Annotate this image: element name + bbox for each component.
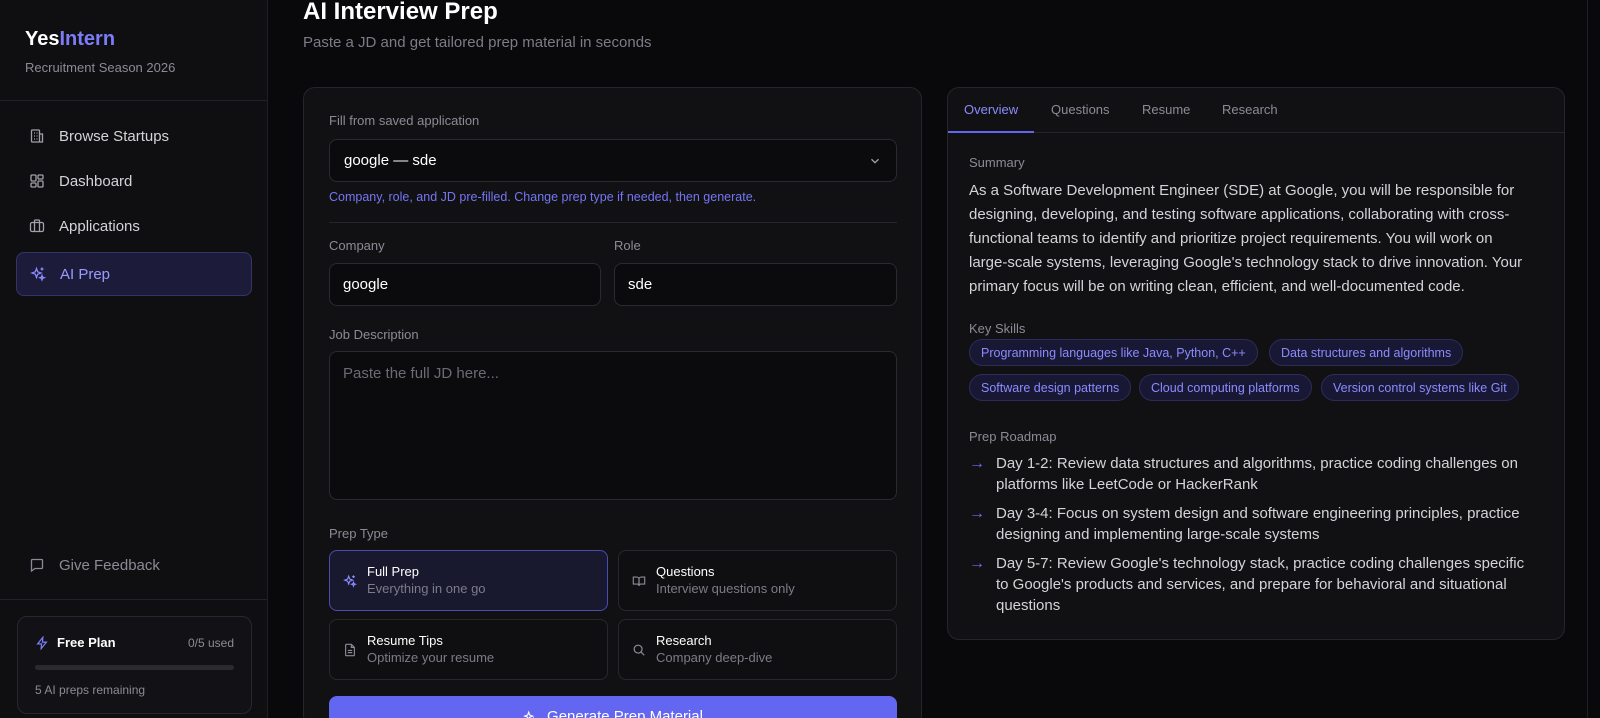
company-value: google	[343, 276, 389, 293]
prep-type-full-prep[interactable]: Full Prep Everything in one go	[329, 550, 608, 611]
sparkles-icon	[523, 710, 535, 718]
file-text-icon	[345, 643, 355, 657]
arrow-right-icon: →	[969, 505, 985, 522]
roadmap-item: → Day 3-4: Focus on system design and so…	[969, 503, 1529, 545]
saved-application-value: google — sde	[344, 152, 437, 169]
prep-type-title: Questions	[656, 564, 715, 579]
summary-text: As a Software Development Engineer (SDE)…	[969, 182, 1523, 295]
chevron-down-icon	[871, 158, 879, 164]
prep-type-research[interactable]: Research Company deep-dive	[618, 619, 897, 680]
sidebar-item-dashboard[interactable]: Dashboard	[16, 159, 252, 203]
page-subtitle: Paste a JD and get tailored prep materia…	[303, 34, 652, 51]
arrow-right-icon: →	[969, 555, 985, 572]
roadmap-item-text: Day 1-2: Review data structures and algo…	[996, 455, 1518, 493]
tab-questions[interactable]: Questions	[1051, 102, 1110, 117]
job-description-placeholder: Paste the full JD here...	[343, 365, 499, 382]
role-input[interactable]: sde	[614, 263, 897, 306]
saved-application-label: Fill from saved application	[329, 113, 480, 128]
sparkles-icon	[343, 574, 357, 588]
page-title: AI Interview Prep	[303, 0, 498, 25]
company-input[interactable]: google	[329, 263, 601, 306]
skill-chip: Programming languages like Java, Python,…	[969, 339, 1258, 366]
roadmap-item-text: Day 3-4: Focus on system design and soft…	[996, 505, 1520, 543]
skill-chip: Cloud computing platforms	[1139, 374, 1312, 401]
tab-overview[interactable]: Overview	[964, 102, 1018, 117]
recruitment-season: Recruitment Season 2026	[25, 60, 176, 75]
key-skills-label: Key Skills	[969, 321, 1026, 336]
job-description-label: Job Description	[329, 327, 419, 342]
plan-usage-count: 0/5 used	[187, 636, 234, 650]
book-open-icon	[632, 576, 646, 586]
sidebar-item-ai-prep[interactable]: AI Prep	[16, 252, 252, 296]
give-feedback-label: Give Feedback	[59, 556, 160, 574]
prep-type-desc: Interview questions only	[656, 581, 795, 596]
roadmap-item-text: Day 5-7: Review Google's technology stac…	[996, 555, 1525, 614]
prep-type-desc: Everything in one go	[367, 581, 486, 596]
message-square-icon	[30, 558, 44, 573]
sidebar-item-browse-startups[interactable]: Browse Startups	[16, 114, 252, 158]
sidebar-item-label: Browse Startups	[59, 127, 170, 145]
prep-type-desc: Company deep-dive	[656, 650, 773, 665]
company-label: Company	[329, 238, 385, 253]
skill-chip: Version control systems like Git	[1321, 374, 1519, 401]
arrow-right-icon: →	[969, 455, 985, 472]
roadmap-item: → Day 5-7: Review Google's technology st…	[969, 553, 1529, 616]
plan-remaining: 5 AI preps remaining	[35, 683, 146, 697]
brand-name-part2: Intern	[59, 28, 116, 50]
job-description-textarea[interactable]: Paste the full JD here...	[329, 351, 897, 500]
prep-type-title: Resume Tips	[367, 633, 443, 648]
brand-logo[interactable]: YesIntern	[25, 28, 115, 51]
sidebar-divider	[0, 599, 267, 600]
generate-prep-button[interactable]: Generate Prep Material	[329, 696, 897, 718]
zap-icon	[36, 635, 48, 650]
sidebar-item-label: AI Prep	[60, 265, 111, 283]
tab-resume[interactable]: Resume	[1142, 102, 1190, 117]
brand-name-part1: Yes	[25, 28, 60, 50]
plan-usage-bar	[35, 665, 234, 670]
sidebar-item-label: Dashboard	[59, 172, 133, 190]
prep-type-title: Research	[656, 633, 712, 648]
plan-card: Free Plan 0/5 used 5 AI preps remaining	[17, 616, 252, 714]
saved-application-select[interactable]: google — sde	[329, 139, 897, 182]
summary-label: Summary	[969, 155, 1025, 170]
prep-form-card: Fill from saved application google — sde…	[303, 87, 922, 718]
role-value: sde	[628, 276, 653, 293]
sidebar: YesIntern Recruitment Season 2026 Browse…	[0, 0, 268, 718]
building-icon	[30, 129, 44, 143]
prep-type-desc: Optimize your resume	[367, 650, 495, 665]
prefill-hint: Company, role, and JD pre-filled. Change…	[329, 190, 757, 204]
results-card: Overview Questions Resume Research Summa…	[947, 87, 1565, 640]
results-tabs: Overview Questions Resume Research	[948, 88, 1564, 133]
briefcase-icon	[29, 219, 45, 233]
sidebar-item-applications[interactable]: Applications	[16, 204, 252, 248]
role-label: Role	[614, 238, 641, 253]
dashboard-grid-icon	[30, 174, 44, 188]
prep-type-title: Full Prep	[367, 564, 420, 579]
generate-prep-label: Generate Prep Material	[547, 708, 703, 718]
sparkles-icon	[30, 266, 46, 282]
prep-type-label: Prep Type	[329, 526, 389, 541]
search-icon	[633, 644, 645, 656]
tab-research[interactable]: Research	[1222, 102, 1278, 117]
give-feedback-button[interactable]: Give Feedback	[16, 548, 160, 582]
form-divider	[329, 222, 897, 223]
scrollbar-track[interactable]	[1587, 0, 1588, 718]
prep-roadmap-label: Prep Roadmap	[969, 429, 1057, 444]
skill-chip: Data structures and algorithms	[1269, 339, 1464, 366]
plan-name-label: Free Plan	[57, 635, 116, 650]
prep-type-resume-tips[interactable]: Resume Tips Optimize your resume	[329, 619, 608, 680]
roadmap-item: → Day 1-2: Review data structures and al…	[969, 453, 1529, 495]
active-tab-indicator	[948, 131, 1034, 133]
skill-chip: Software design patterns	[969, 374, 1132, 401]
sidebar-divider	[0, 100, 267, 101]
plan-name: Free Plan	[35, 635, 116, 650]
sidebar-item-label: Applications	[59, 217, 140, 235]
prep-type-questions[interactable]: Questions Interview questions only	[618, 550, 897, 611]
